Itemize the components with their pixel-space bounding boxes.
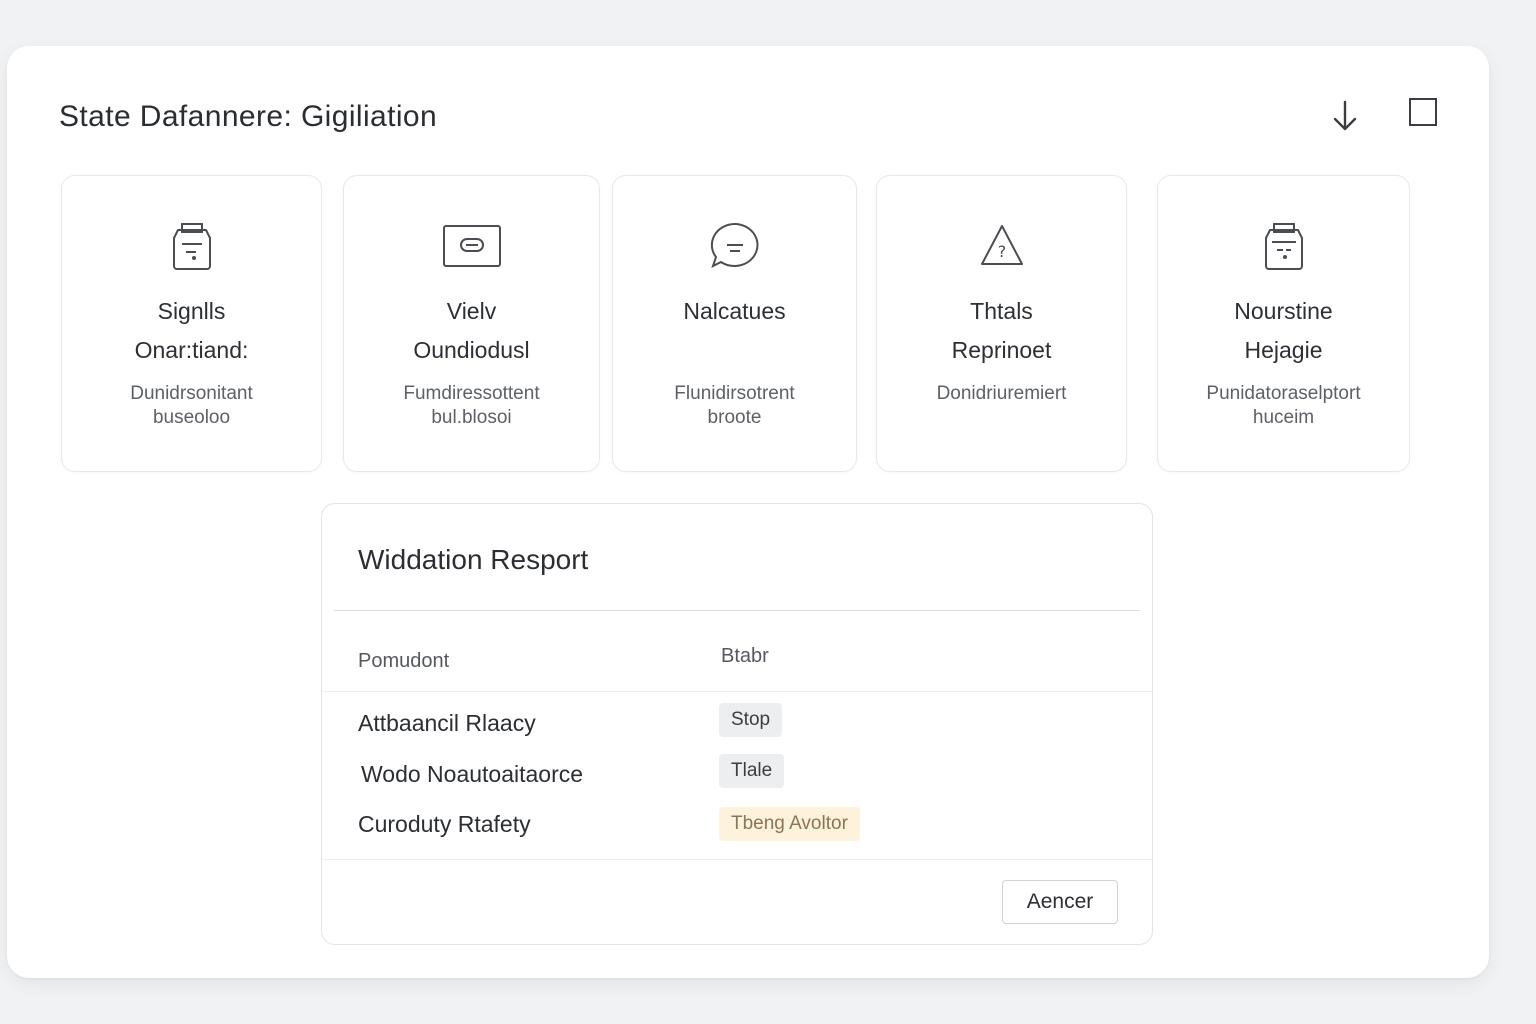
status-badge: Tlale — [719, 754, 785, 788]
cancel-button[interactable]: Aencer — [1002, 880, 1118, 924]
validation-report: Widdation Resport Pomudont Btabr Attbaan… — [321, 503, 1153, 945]
card-desc-line2: huceim — [1252, 407, 1315, 428]
divider — [322, 691, 1152, 692]
card-desc-line2: buseoloo — [152, 407, 231, 428]
table-row-label: Wodo Noautoaitaorce — [361, 761, 584, 787]
card-title-line1: Nalcatues — [683, 298, 786, 324]
chat-bubble-icon — [708, 218, 762, 274]
card-title-line1: Signlls — [157, 298, 226, 324]
card-desc-line2: broote — [707, 407, 762, 428]
warning-triangle-icon: ? — [978, 218, 1026, 274]
card-signals[interactable]: Signlls Onar:tiand: Dunidrsonitant buseo… — [61, 175, 322, 472]
card-desc-line1: Dunidrsonitant — [130, 383, 253, 404]
clipboard-icon — [170, 218, 214, 274]
download-arrow-icon — [1333, 100, 1357, 131]
column-header-product: Pomudont — [358, 650, 450, 672]
report-title: Widdation Resport — [358, 544, 589, 575]
card-title-line2: Hejagie — [1244, 337, 1323, 363]
card-threats[interactable]: ? Thtals Reprinoet Donidriuremiert — [876, 175, 1127, 472]
document-icon — [1262, 218, 1306, 274]
page-title: State Dafannere: Gigiliation — [59, 100, 438, 133]
card-notes[interactable]: Nalcatues Flunidirsotrent broote — [612, 175, 857, 472]
card-title-line2: Reprinoet — [951, 337, 1052, 363]
card-desc-line1: Flunidirsotrent — [674, 383, 795, 404]
card-title-line1: Vielv — [446, 298, 497, 324]
maximize-square-icon[interactable] — [1409, 98, 1437, 126]
column-header-status: Btabr — [721, 645, 769, 667]
divider — [334, 610, 1140, 611]
card-title-line1: Thtals — [970, 298, 1033, 324]
status-badge: Stop — [719, 703, 783, 737]
download-button[interactable] — [1327, 98, 1363, 134]
svg-text:?: ? — [997, 242, 1006, 261]
card-nursing[interactable]: Nourstine Hejagie Punidatoraselptort huc… — [1157, 175, 1410, 472]
table-row-label: Attbaancil Rlaacy — [358, 710, 536, 736]
status-badge-warning: Tbeng Avoltor — [719, 807, 860, 841]
monitor-icon — [442, 218, 502, 274]
dialog-panel: State Dafannere: Gigiliation Signlls Ona… — [7, 46, 1489, 978]
card-view[interactable]: Vielv Oundiodusl Fumdiressottent bul.blo… — [343, 175, 600, 472]
card-desc-line1: Donidriuremiert — [936, 383, 1067, 404]
table-row-label: Curoduty Rtafety — [358, 811, 531, 837]
card-title-line2: Onar:tiand: — [134, 337, 249, 363]
card-desc-line2: bul.blosoi — [431, 407, 512, 428]
card-title-line1: Nourstine — [1234, 298, 1333, 324]
card-title-line2: Oundiodusl — [413, 337, 530, 363]
divider — [322, 859, 1152, 860]
card-desc-line1: Punidatoraselptort — [1206, 383, 1361, 404]
card-desc-line1: Fumdiressottent — [403, 383, 540, 404]
